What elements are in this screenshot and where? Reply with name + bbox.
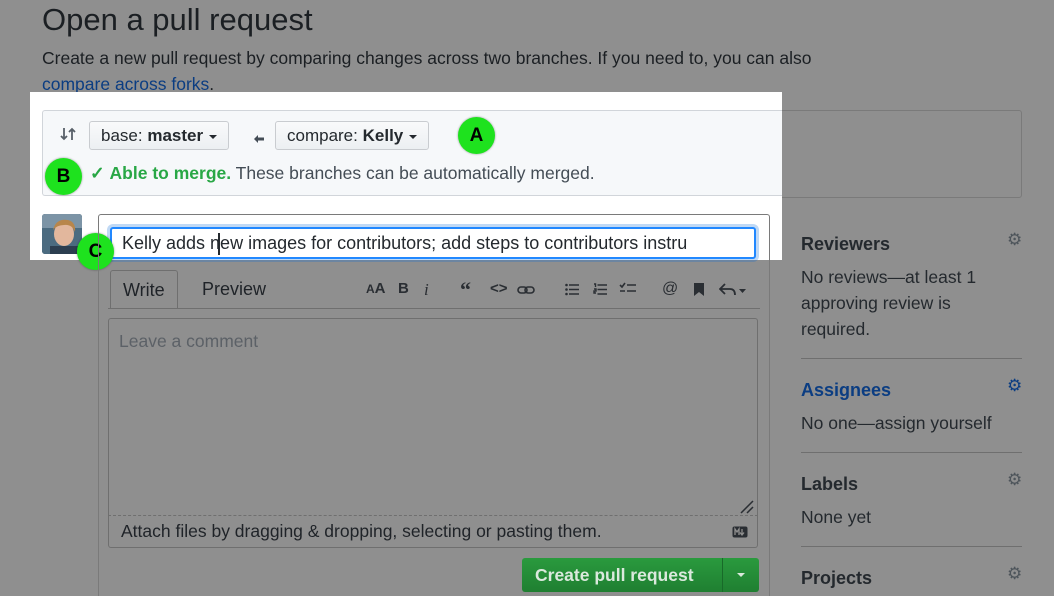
gear-icon[interactable]: ⚙	[1007, 564, 1022, 584]
reply-icon[interactable]	[718, 282, 747, 301]
arrow-left-icon	[253, 131, 265, 149]
labels-title[interactable]: Labels	[801, 474, 858, 495]
numbered-list-icon[interactable]	[593, 283, 607, 301]
task-list-icon[interactable]	[619, 282, 637, 301]
reviewers-text: No reviews—at least 1 approving review i…	[801, 267, 977, 339]
mention-icon[interactable]: @	[662, 280, 678, 298]
assignees-title[interactable]: Assignees	[801, 380, 891, 401]
attach-files-area[interactable]: Attach files by dragging & dropping, sel…	[108, 515, 758, 548]
markdown-icon	[732, 525, 748, 543]
check-icon: ✓	[90, 163, 105, 183]
page-description: Create a new pull request by comparing c…	[42, 48, 812, 94]
tab-divider	[108, 308, 760, 309]
chevron-down-icon	[737, 573, 745, 577]
sidebar-divider	[801, 358, 1022, 359]
italic-icon[interactable]: i	[424, 280, 429, 300]
compare-branch-select[interactable]: compare: Kelly	[275, 121, 430, 150]
marker-b: B	[45, 158, 82, 195]
reviewers-title[interactable]: Reviewers	[801, 234, 890, 255]
sidebar-divider	[801, 452, 1022, 453]
marker-a: A	[458, 117, 495, 154]
bullet-list-icon[interactable]	[565, 283, 579, 301]
avatar	[42, 214, 82, 254]
labels-text: None yet	[801, 507, 872, 527]
projects-title[interactable]: Projects	[801, 568, 872, 589]
sidebar-divider	[801, 546, 1022, 547]
chevron-down-icon	[209, 134, 218, 139]
header-icon[interactable]: AA	[366, 280, 386, 297]
gear-icon[interactable]: ⚙	[1007, 376, 1022, 396]
gear-icon[interactable]: ⚙	[1007, 230, 1022, 250]
merge-status-message: These branches can be automatically merg…	[235, 163, 595, 183]
gear-icon[interactable]: ⚙	[1007, 470, 1022, 490]
merge-status: ✓ Able to merge. These branches can be a…	[90, 163, 595, 184]
chevron-down-icon	[409, 134, 418, 139]
tab-preview[interactable]: Preview	[190, 270, 278, 308]
tab-write[interactable]: Write	[110, 270, 178, 309]
page-title: Open a pull request	[42, 2, 313, 37]
assignees-text[interactable]: No one—assign yourself	[801, 410, 992, 436]
comment-textarea[interactable]: Leave a comment	[108, 318, 758, 515]
merge-status-ok: Able to merge.	[109, 163, 232, 183]
link-icon[interactable]	[517, 283, 535, 301]
create-pull-request-button[interactable]: Create pull request	[522, 558, 759, 592]
code-icon[interactable]: <>	[490, 280, 508, 297]
reference-icon[interactable]	[693, 282, 705, 302]
create-options-dropdown[interactable]	[722, 558, 760, 592]
compare-forks-link[interactable]: compare across forks	[42, 74, 209, 94]
compare-arrows-icon	[60, 125, 76, 148]
bold-icon[interactable]: B	[398, 280, 409, 297]
base-branch-select[interactable]: base: master	[89, 121, 230, 150]
quote-icon[interactable]: “	[460, 277, 471, 303]
